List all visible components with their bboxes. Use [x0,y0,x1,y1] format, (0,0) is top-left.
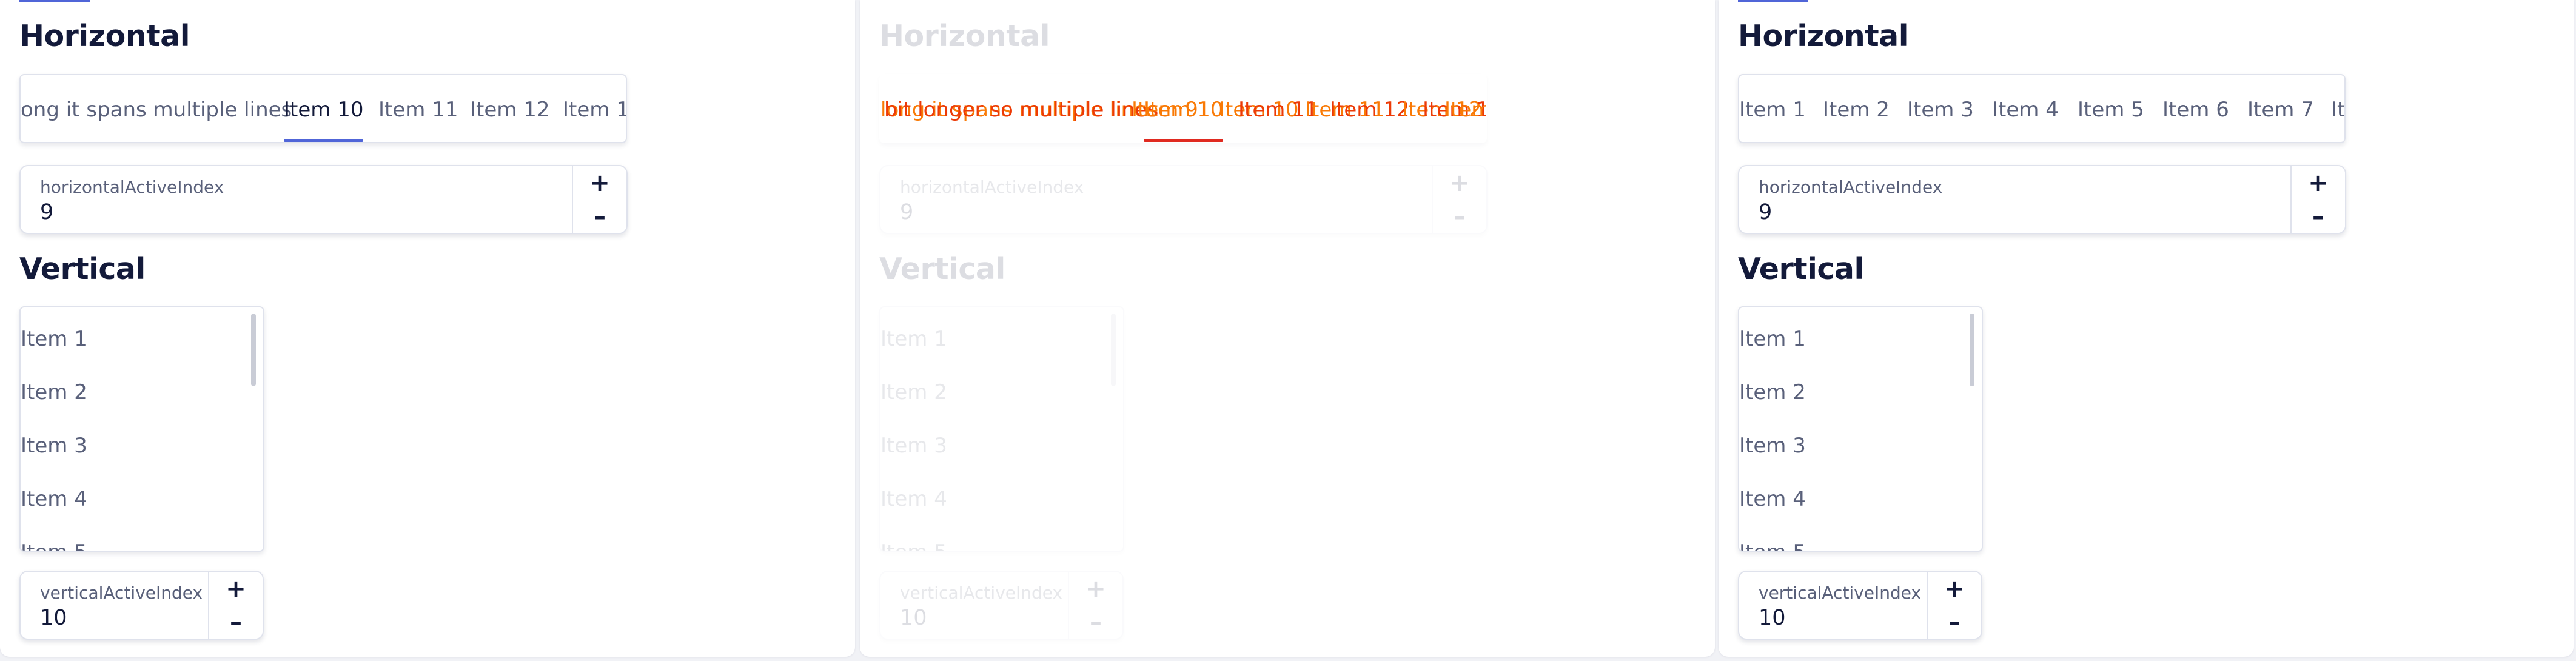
vertical-section-title: Vertical [879,252,1005,286]
tab-item-12[interactable]: Item 12 [470,75,549,142]
tab-item-10-active[interactable]: Item 10 [284,75,364,142]
stepper-buttons: + – [1068,572,1122,639]
vertical-tabs[interactable]: Item 1 Item 2 Item 3 Item 4 Item 5 [19,306,264,552]
stepper-buttons: + – [572,166,626,233]
vertical-item-5[interactable]: Item 5 [880,526,947,551]
vertical-item-4[interactable]: Item 4 [21,472,87,526]
stepper-value-input[interactable]: 9 [1759,200,1772,224]
horizontal-tabs[interactable]: Item 1 Item 2 Item 3 Item 4 Item 5 Item … [1738,74,2346,143]
vertical-item-5[interactable]: Item 5 [1739,526,1806,551]
decrement-button[interactable]: – [2292,200,2345,233]
vertical-item-3[interactable]: Item 3 [880,419,947,472]
decrement-button[interactable]: – [1433,200,1486,233]
stepper-label: horizontalActiveIndex [40,177,224,197]
tab-item-11[interactable]: Item 11 [378,75,458,142]
vertical-section-title: Vertical [19,252,146,286]
tab-overlay-item-10[interactable]: Item 10 [1144,75,1224,142]
stepper-label: horizontalActiveIndex [1759,177,1943,197]
top-accent-bar [19,0,90,2]
demo-panel-unscrolled: Horizontal Item 1 Item 2 Item 3 Item 4 I… [1719,0,2574,657]
horizontal-section-title: Horizontal [1738,19,1909,53]
tab-label: Item 10 [284,98,364,122]
decrement-button[interactable]: – [573,200,626,233]
vertical-item-3[interactable]: Item 3 [21,419,87,472]
decrement-button[interactable]: – [1928,605,1981,639]
tab-overlay-long-b[interactable]: bit longer so multiple lines [884,75,1158,142]
vertical-item-2[interactable]: Item 2 [21,366,87,419]
stepper-label: verticalActiveIndex [40,583,203,603]
vertical-item-3[interactable]: Item 3 [1739,419,1806,472]
vertical-item-5[interactable]: Item 5 [21,526,87,551]
demo-panel-scrolled-to-active: Horizontal ong it spans multiple lines I… [0,0,855,657]
stepper-buttons: + – [2290,166,2345,233]
vertical-item-2[interactable]: Item 2 [880,366,947,419]
increment-button[interactable]: + [573,166,626,201]
tab-overlay-item-12[interactable]: Item 12 [1330,75,1409,142]
vertical-item-4[interactable]: Item 4 [1739,472,1806,526]
increment-button[interactable]: + [2292,166,2345,201]
vertical-item-1[interactable]: Item 1 [21,312,87,366]
tab-item-1[interactable]: Item 1 [1739,75,1806,142]
demo-panel-diff-overlay: Horizontal long it spans multiple lines … [860,0,1715,657]
tab-overlay-item-14[interactable]: Item 14 [1444,75,1486,142]
stepper-label: horizontalActiveIndex [900,177,1084,197]
decrement-button[interactable]: – [1069,605,1122,639]
tab-label: Item 10 [1144,98,1224,122]
increment-button[interactable]: + [1069,572,1122,606]
tab-item-10-long[interactable]: ong it spans multiple lines [21,75,292,142]
vertical-active-index-stepper[interactable]: verticalActiveIndex 10 + – [879,571,1124,640]
vertical-tabs[interactable]: Item 1 Item 2 Item 3 Item 4 Item 5 [1738,306,1983,552]
stepper-value-input[interactable]: 10 [1759,606,1786,630]
tab-item-13[interactable]: Item 13 [563,75,626,142]
stepper-buttons: + – [208,572,263,639]
vertical-section-title: Vertical [1738,252,1864,286]
tab-item-7[interactable]: Item 7 [2247,75,2314,142]
vertical-item-1[interactable]: Item 1 [880,312,947,366]
horizontal-tabs[interactable]: ong it spans multiple lines Item 10 Item… [19,74,627,143]
vertical-item-4[interactable]: Item 4 [880,472,947,526]
vertical-item-1[interactable]: Item 1 [1739,312,1806,366]
vertical-tabs[interactable]: Item 1 Item 2 Item 3 Item 4 Item 5 [879,306,1124,552]
tab-item-2[interactable]: Item 2 [1823,75,1890,142]
horizontal-active-index-stepper[interactable]: horizontalActiveIndex 9 + – [19,165,628,234]
tab-item-4[interactable]: Item 4 [1992,75,2059,142]
stepper-label: verticalActiveIndex [1759,583,1922,603]
active-tab-indicator [284,139,364,142]
stepper-value-input[interactable]: 9 [900,200,913,224]
horizontal-tabs-overlay[interactable]: long it spans multiple lines bit longer … [879,74,1487,143]
tab-item-3[interactable]: Item 3 [1907,75,1974,142]
stepper-value-input[interactable]: 10 [900,606,927,630]
decrement-button[interactable]: – [209,605,263,639]
increment-button[interactable]: + [209,572,263,606]
vertical-scrollbar[interactable] [1970,314,1974,386]
top-accent-bar [1738,0,1808,2]
increment-button[interactable]: + [1433,166,1486,201]
vertical-scrollbar[interactable] [1111,314,1116,386]
horizontal-active-index-stepper[interactable]: horizontalActiveIndex 9 + – [1738,165,2346,234]
horizontal-section-title: Horizontal [19,19,190,53]
horizontal-active-index-stepper[interactable]: horizontalActiveIndex 9 + – [879,165,1488,234]
active-tab-indicator [1144,139,1224,142]
vertical-active-index-stepper[interactable]: verticalActiveIndex 10 + – [19,571,264,640]
stepper-value-input[interactable]: 9 [40,200,53,224]
tab-item-8-clipped[interactable]: It [2331,75,2344,142]
stepper-value-input[interactable]: 10 [40,606,67,630]
stepper-buttons: + – [1927,572,1981,639]
horizontal-section-title: Horizontal [879,19,1050,53]
vertical-item-2[interactable]: Item 2 [1739,366,1806,419]
tab-item-6[interactable]: Item 6 [2162,75,2229,142]
stepper-buttons: + – [1432,166,1486,233]
stepper-label: verticalActiveIndex [900,583,1063,603]
vertical-active-index-stepper[interactable]: verticalActiveIndex 10 + – [1738,571,1982,640]
tab-item-5[interactable]: Item 5 [2078,75,2144,142]
vertical-scrollbar[interactable] [251,314,256,386]
increment-button[interactable]: + [1928,572,1981,606]
